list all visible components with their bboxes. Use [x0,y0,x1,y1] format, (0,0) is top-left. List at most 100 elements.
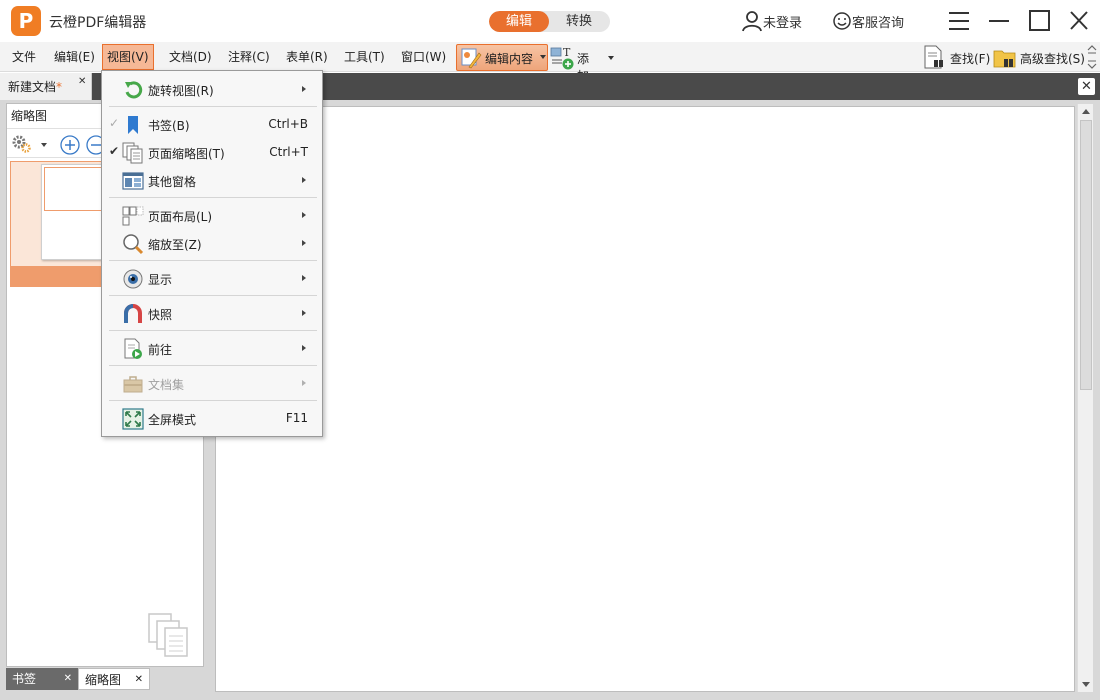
bookmark-tab-label: 书签 [12,672,37,686]
thumbnails-watermark-icon [148,613,188,657]
login-button[interactable]: 未登录 [741,10,802,32]
close-tab-icon[interactable]: ✕ [78,76,86,87]
scroll-up-icon[interactable] [1082,109,1090,114]
menu-separator [109,197,317,198]
edit-content-label: 编辑内容 [485,52,534,66]
menu-separator [109,365,317,366]
chevron-down-icon[interactable] [41,143,47,147]
customer-service-button[interactable]: 客服咨询 [832,10,904,32]
menu-separator [109,400,317,401]
close-icon[interactable]: ✕ [64,668,72,690]
view-menu-dropdown: 旋转视图(R) ✓ 书签(B) Ctrl+B ✔ 页面缩略图(T) Ctrl+T… [101,70,323,437]
view-menu-item-page-thumbnails[interactable]: ✔ 页面缩略图(T) Ctrl+T [102,138,322,166]
mode-switch: 编辑 转换 [489,11,610,32]
document-tab-title: 新建文档 [8,80,57,94]
fullscreen-icon [122,408,144,430]
collapse-ribbon-button[interactable] [1086,44,1098,70]
bookmark-panel-tab[interactable]: 书签 ✕ [6,668,78,690]
submenu-arrow-icon [302,310,306,316]
bookmark-icon [128,116,138,134]
menu-separator [109,295,317,296]
shortcut-label: Ctrl+B [268,117,308,131]
thumbnail-panel-tab[interactable]: 缩略图 ✕ [78,668,150,690]
view-menu-item-zoom-to[interactable]: 缩放至(Z) [102,229,322,257]
view-menu-label: 显示 [148,273,173,287]
toolbox-icon [123,376,143,393]
view-menu-item-go-to[interactable]: 前往 [102,334,322,362]
maximize-button[interactable] [1026,9,1052,33]
view-menu-item-display[interactable]: 显示 [102,264,322,292]
view-menu-label: 缩放至(Z) [148,238,202,252]
edit-content-button[interactable]: 编辑内容 [456,44,548,71]
document-area [210,100,1100,700]
view-menu-label: 页面缩略图(T) [148,147,225,161]
menu-edit[interactable]: 编辑(E) [50,46,99,68]
convert-mode-button[interactable]: 转换 [549,11,609,32]
hamburger-icon [949,12,969,30]
submenu-arrow-icon [302,86,306,92]
edit-mode-button[interactable]: 编辑 [489,11,549,32]
check-icon: ✓ [109,116,120,130]
view-menu-item-fullscreen[interactable]: 全屏模式 F11 [102,404,322,432]
zoom-in-icon[interactable] [59,134,81,156]
panes-icon [122,172,144,190]
view-menu-item-bookmarks[interactable]: ✓ 书签(B) Ctrl+B [102,110,322,138]
menu-tools[interactable]: 工具(T) [340,46,389,68]
edit-content-icon [461,48,482,69]
view-menu-label: 前往 [148,343,173,357]
view-menu-item-page-layout[interactable]: 页面布局(L) [102,201,322,229]
submenu-arrow-icon [302,240,306,246]
view-menu-item-other-panes[interactable]: 其他窗格 [102,166,322,194]
view-menu-label: 文档集 [148,378,185,392]
menu-window[interactable]: 窗口(W) [397,46,450,68]
view-menu-item-rotate[interactable]: 旋转视图(R) [102,75,322,103]
chevron-down-icon [608,56,614,60]
view-menu-label: 其他窗格 [148,175,197,189]
menu-form[interactable]: 表单(R) [282,46,332,68]
find-label: 查找(F) [950,52,991,66]
document-page[interactable] [215,106,1075,692]
thumbnail-viewport-frame[interactable] [44,167,108,211]
svg-text:T: T [563,46,571,59]
view-menu-label: 快照 [148,308,173,322]
check-icon: ✔ [109,144,120,158]
minimize-button[interactable] [986,9,1012,33]
menu-file[interactable]: 文件 [8,46,40,68]
vertical-scrollbar[interactable] [1077,104,1093,692]
close-icon[interactable]: ✕ [135,669,143,691]
gear-icon[interactable] [11,134,33,154]
app-logo-icon: P [11,6,41,36]
page-layout-icon [122,206,144,226]
submenu-arrow-icon [302,345,306,351]
smiley-icon [833,12,851,30]
user-icon [742,11,762,32]
close-window-button[interactable] [1066,9,1092,33]
menu-separator [109,106,317,107]
modified-marker: * [56,80,63,94]
menu-document[interactable]: 文档(D) [165,46,216,68]
minimize-icon [989,20,1009,22]
login-label: 未登录 [763,15,803,31]
advanced-find-icon [993,50,1016,68]
shortcut-label: F11 [285,411,308,425]
view-menu-label: 书签(B) [148,119,190,133]
scrollbar-thumb[interactable] [1080,120,1092,390]
view-menu-item-document-set: 文档集 [102,369,322,397]
panel-title: 缩略图 [11,109,48,123]
page-thumbnails-icon [122,142,143,164]
scroll-down-icon[interactable] [1082,682,1090,687]
advanced-find-label: 高级查找(S) [1020,52,1085,66]
menu-view[interactable]: 视图(V) [102,44,154,70]
hamburger-menu-button[interactable] [946,9,972,33]
close-all-tabs-button[interactable]: ✕ [1078,78,1095,95]
rotate-icon [125,81,143,99]
eye-icon [123,269,143,289]
go-to-icon [124,338,142,359]
menu-bar: 文件 编辑(E) 视图(V) 文档(D) 注释(C) 表单(R) 工具(T) 窗… [0,42,1100,83]
submenu-arrow-icon [302,275,306,281]
collapse-icon [1087,45,1097,69]
menu-comment[interactable]: 注释(C) [224,46,274,68]
document-tab[interactable]: 新建文档* ✕ [0,73,92,100]
view-menu-item-snapshot[interactable]: 快照 [102,299,322,327]
magnet-icon [124,304,142,323]
